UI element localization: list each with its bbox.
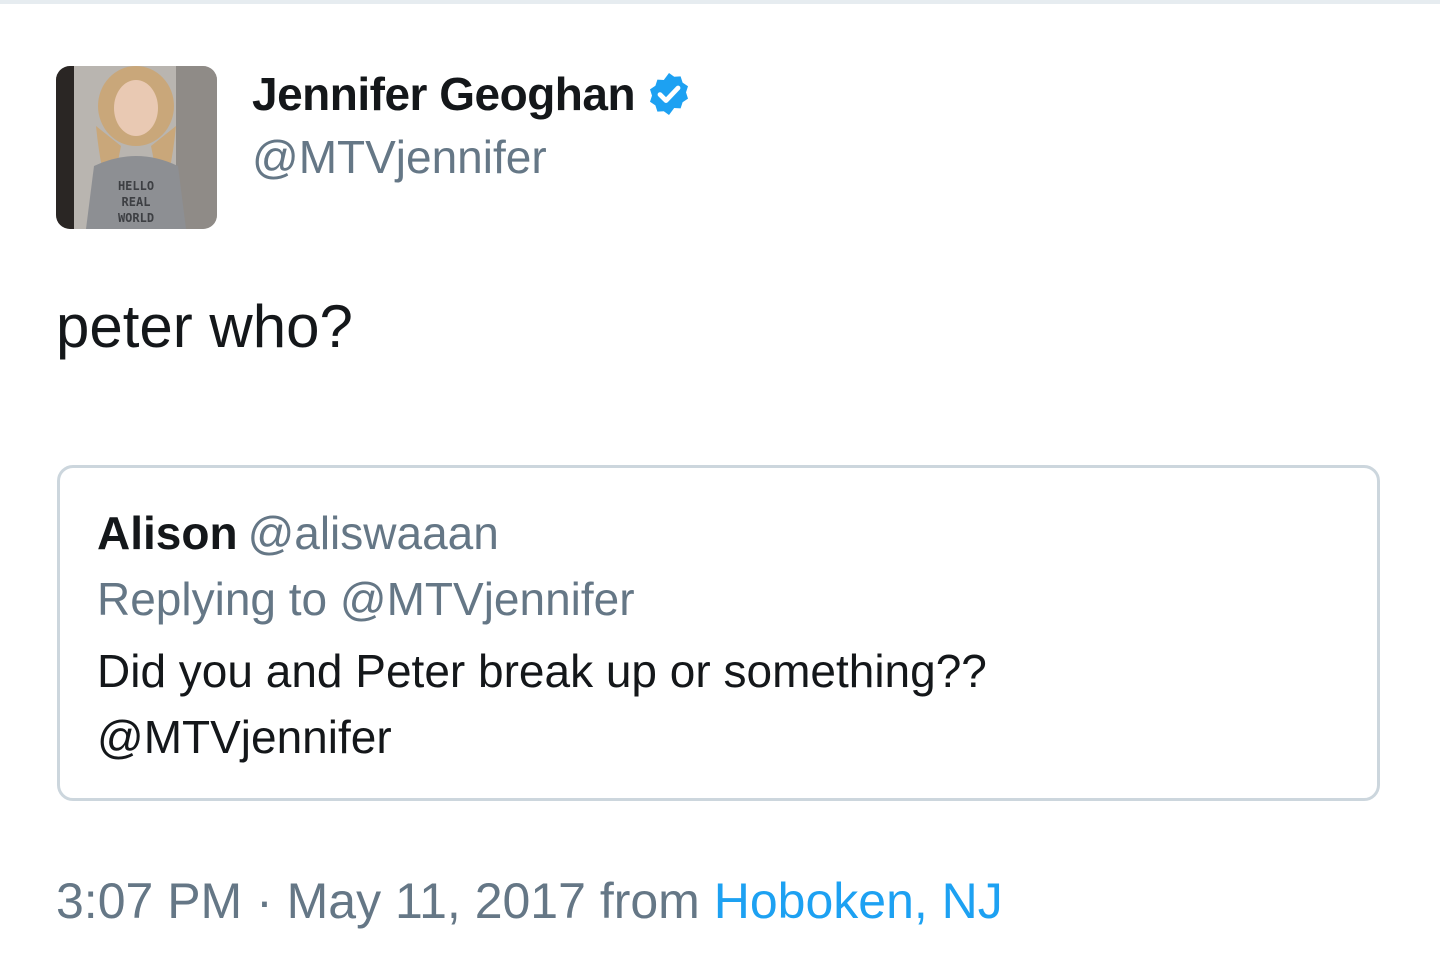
avatar-shirt-text-3: WORLD bbox=[118, 211, 154, 225]
avatar[interactable]: HELLO REAL WORLD bbox=[56, 66, 217, 229]
author-name-row: Jennifer Geoghan bbox=[252, 64, 693, 124]
replying-to-label: Replying to @MTVjennifer bbox=[97, 573, 635, 625]
tweet-time[interactable]: 3:07 PM bbox=[56, 873, 242, 929]
avatar-shirt-text-2: REAL bbox=[122, 195, 151, 209]
quoted-tweet-header: Alison @aliswaaan bbox=[97, 506, 499, 560]
quoted-author-name: Alison bbox=[97, 507, 238, 559]
quoted-tweet-text-line-1: Did you and Peter break up or something?… bbox=[97, 645, 987, 697]
location-link[interactable]: Hoboken, NJ bbox=[714, 873, 1003, 929]
avatar-shirt-text-1: HELLO bbox=[118, 179, 154, 193]
quoted-author-handle: @aliswaaan bbox=[247, 507, 499, 559]
from-label: from bbox=[585, 873, 714, 929]
author-display-name[interactable]: Jennifer Geoghan bbox=[252, 67, 636, 121]
quoted-tweet-text: Did you and Peter break up or something?… bbox=[97, 638, 1297, 770]
quoted-tweet-card[interactable]: Alison @aliswaaan Replying to @MTVjennife… bbox=[57, 465, 1380, 801]
tweet-text: peter who? bbox=[56, 293, 353, 360]
avatar-photo: HELLO REAL WORLD bbox=[56, 66, 217, 229]
tweet-date[interactable]: May 11, 2017 bbox=[287, 873, 586, 929]
top-divider bbox=[0, 0, 1440, 4]
meta-separator: · bbox=[242, 873, 287, 929]
author-handle[interactable]: @MTVjennifer bbox=[252, 130, 547, 184]
quoted-tweet-text-line-2: @MTVjennifer bbox=[97, 711, 392, 763]
tweet-metadata: 3:07 PM · May 11, 2017 from Hoboken, NJ bbox=[56, 872, 1003, 930]
verified-badge-icon bbox=[650, 73, 689, 115]
